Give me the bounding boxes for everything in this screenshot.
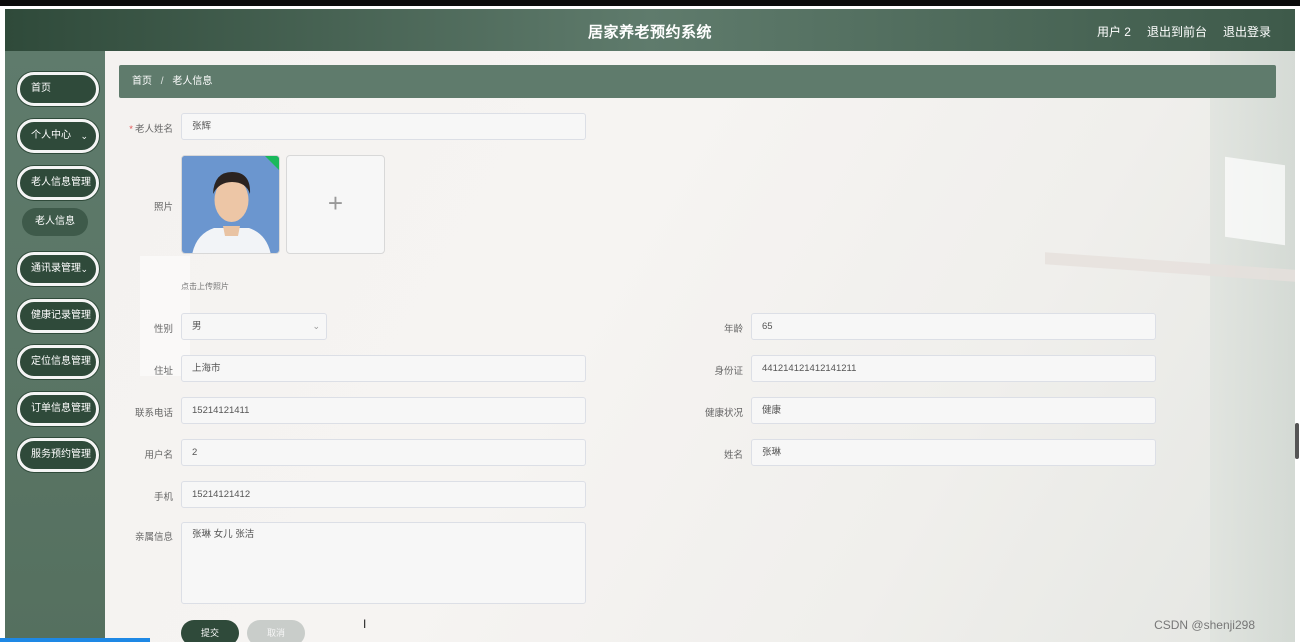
breadcrumb: 首页 / 老人信息 xyxy=(119,65,1276,98)
cancel-button[interactable]: 取消 xyxy=(247,620,305,642)
real-name-label: 姓名 xyxy=(723,450,743,461)
username-label: 用户名 xyxy=(144,450,173,461)
id-card-label: 身份证 xyxy=(714,366,743,377)
required-asterisk: * xyxy=(129,124,133,135)
health-input[interactable]: 健康 xyxy=(751,397,1156,424)
id-card-input[interactable]: 441214121412141211 xyxy=(751,355,1156,382)
sidebar-item-label: 首页 xyxy=(31,83,51,94)
username-input[interactable]: 2 xyxy=(181,439,586,466)
breadcrumb-home[interactable]: 首页 xyxy=(132,76,152,87)
gender-select[interactable]: 男 ⌄ xyxy=(181,313,327,340)
sidebar-item-label: 个人中心 xyxy=(31,130,71,141)
phone-label: 联系电话 xyxy=(134,408,173,419)
photo-label: 照片 xyxy=(153,202,173,213)
breadcrumb-current: 老人信息 xyxy=(172,76,213,87)
background-decoration xyxy=(1225,156,1285,246)
sidebar-item-label: 订单信息管理 xyxy=(31,403,91,414)
mobile-label: 手机 xyxy=(153,492,173,503)
sidebar: 首页 个人中心 ⌄ 老人信息管理 老人信息 通讯录管理 ⌄ 健康记录管理 定位信… xyxy=(5,51,105,642)
sidebar-item-label: 定位信息管理 xyxy=(31,356,91,367)
progress-bar xyxy=(0,638,150,642)
elder-name-label: * 老人姓名 xyxy=(129,124,173,135)
background-decoration xyxy=(1210,51,1295,642)
breadcrumb-separator: / xyxy=(160,76,164,87)
upload-hint: 点击上传照片 xyxy=(181,282,229,291)
sidebar-subitem-label: 老人信息 xyxy=(35,216,75,227)
submit-button[interactable]: 提交 xyxy=(181,620,239,642)
sidebar-item-label: 服务预约管理 xyxy=(31,449,91,460)
plus-icon: + xyxy=(327,188,344,218)
age-label: 年龄 xyxy=(723,324,743,335)
gender-label: 性别 xyxy=(153,324,173,335)
portrait-image xyxy=(182,156,279,253)
sidebar-item-orders[interactable]: 订单信息管理 xyxy=(17,392,99,426)
gender-value: 男 xyxy=(192,321,202,332)
sidebar-item-label: 健康记录管理 xyxy=(31,310,91,321)
header-actions: 用户 2 退出到前台 退出登录 xyxy=(1097,23,1271,40)
scrollbar[interactable] xyxy=(1295,423,1299,459)
main-content: 首页 / 老人信息 * 老人姓名 张辉 照片 + 点击上传照片 性别 男 ⌄ 年龄… xyxy=(105,51,1295,642)
health-label: 健康状况 xyxy=(704,408,743,419)
age-input[interactable]: 65 xyxy=(751,313,1156,340)
sidebar-subitem-elder-info[interactable]: 老人信息 xyxy=(22,208,88,236)
upload-button[interactable]: + xyxy=(286,155,385,254)
sidebar-item-health-records[interactable]: 健康记录管理 xyxy=(17,299,99,333)
elder-name-input[interactable]: 张辉 xyxy=(181,113,586,140)
watermark: CSDN @shenji298 xyxy=(1154,618,1255,632)
address-input[interactable]: 上海市 xyxy=(181,355,586,382)
sidebar-item-label: 通讯录管理 xyxy=(31,263,81,274)
phone-input[interactable]: 15214121411 xyxy=(181,397,586,424)
address-label: 住址 xyxy=(153,366,173,377)
text-cursor-icon: I xyxy=(363,617,367,631)
real-name-input[interactable]: 张琳 xyxy=(751,439,1156,466)
sidebar-item-appointments[interactable]: 服务预约管理 xyxy=(17,438,99,472)
logout-link[interactable]: 退出登录 xyxy=(1223,23,1271,40)
top-border xyxy=(0,0,1300,6)
mobile-input[interactable]: 15214121412 xyxy=(181,481,586,508)
sidebar-item-label: 老人信息管理 xyxy=(31,177,91,188)
sidebar-item-location[interactable]: 定位信息管理 xyxy=(17,345,99,379)
user-menu[interactable]: 用户 2 xyxy=(1097,23,1131,40)
back-front-link[interactable]: 退出到前台 xyxy=(1147,23,1207,40)
sidebar-item-personal-center[interactable]: 个人中心 ⌄ xyxy=(17,119,99,153)
chevron-down-icon: ⌄ xyxy=(80,264,88,274)
sidebar-item-contacts[interactable]: 通讯录管理 ⌄ xyxy=(17,252,99,286)
chevron-down-icon: ⌄ xyxy=(80,131,88,141)
sidebar-item-home[interactable]: 首页 xyxy=(17,72,99,106)
photo-thumbnail[interactable] xyxy=(181,155,280,254)
app-header: 居家养老预约系统 用户 2 退出到前台 退出登录 xyxy=(5,9,1295,51)
family-textarea[interactable]: 张琳 女儿 张洁 xyxy=(181,522,586,604)
family-label: 亲属信息 xyxy=(134,532,173,543)
chevron-down-icon: ⌄ xyxy=(312,321,320,331)
sidebar-item-elder-management[interactable]: 老人信息管理 xyxy=(17,166,99,200)
